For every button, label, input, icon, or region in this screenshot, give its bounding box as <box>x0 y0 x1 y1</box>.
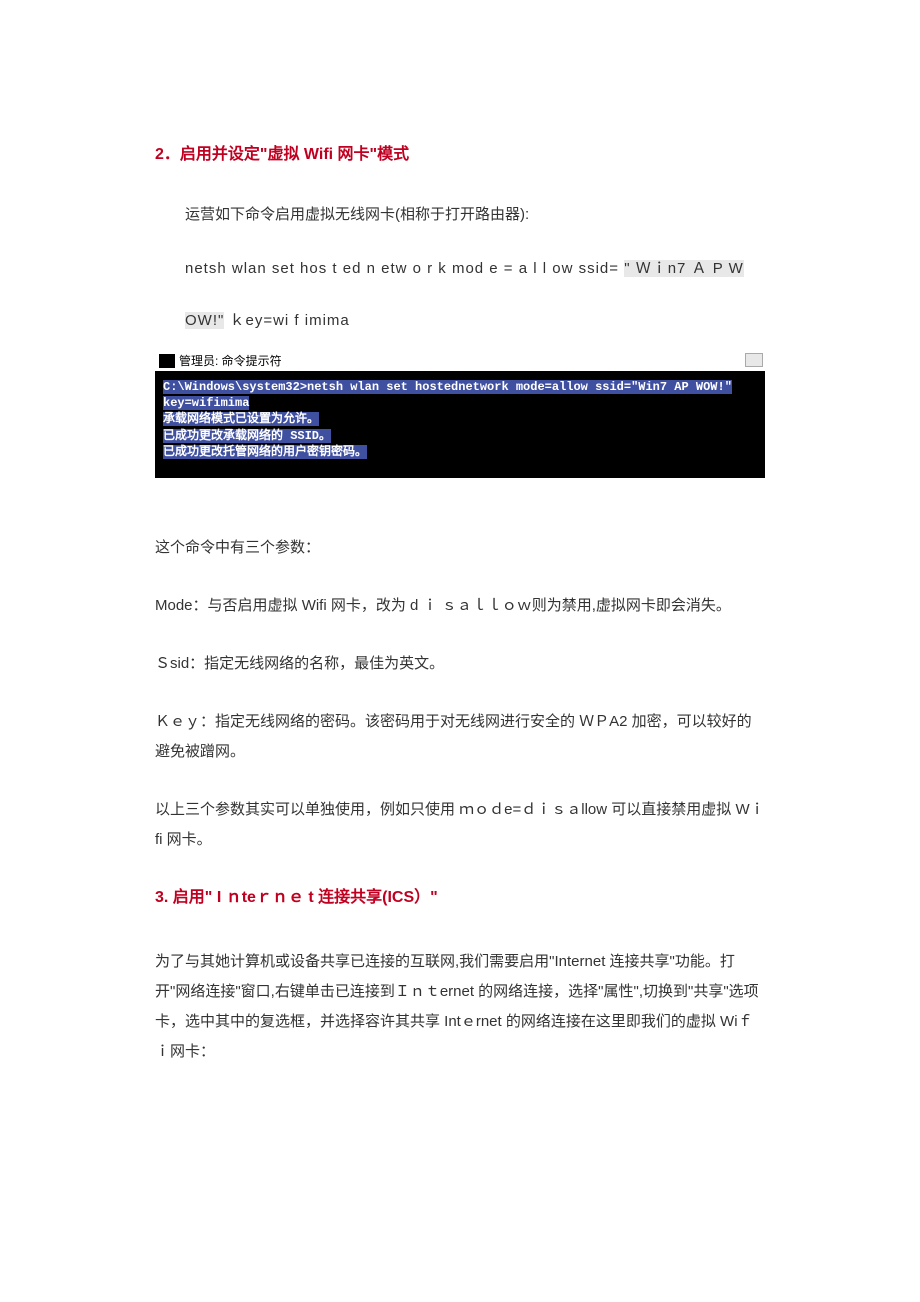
terminal-output-1: 承载网络模式已设置为允许。 <box>163 412 319 426</box>
cmd-ssid-2: OW!" <box>185 312 224 329</box>
terminal-window: 管理员: 命令提示符 C:\Windows\system32>netsh wla… <box>155 351 765 478</box>
params-note: 以上三个参数其实可以单独使用，例如只使用 ｍｏｄe=ｄｉｓａllow 可以直接禁… <box>155 795 765 855</box>
terminal-output-2: 已成功更改承载网络的 SSID。 <box>163 429 331 443</box>
terminal-title: 管理员: 命令提示符 <box>179 353 282 369</box>
param-key: Ｋｅｙ：指定无线网络的密码。该密码用于对无线网进行安全的 ＷＰA2 加密，可以较… <box>155 707 765 767</box>
cmd-ssid-1: " Ｗｉn7 Ａ P W <box>624 260 744 277</box>
command-text-line1: netsh wlan set hos t ed n etw o r k mod … <box>155 257 765 281</box>
terminal-output-3: 已成功更改托管网络的用户密钥密码。 <box>163 445 367 459</box>
params-intro: 这个命令中有三个参数： <box>155 533 765 563</box>
cmd-prefix: netsh wlan set hos t ed n etw o r k mod … <box>185 260 624 277</box>
terminal-titlebar: 管理员: 命令提示符 <box>155 351 765 371</box>
terminal-sysmenu-icon <box>745 353 763 367</box>
heading-step-3: 3. 启用" I ｎteｒｎｅ t 连接共享(ICS）" <box>155 883 765 907</box>
terminal-command-line: C:\Windows\system32>netsh wlan set hoste… <box>163 380 732 410</box>
cmd-key: ｋey=wi f imima <box>224 312 349 329</box>
paragraph-ics: 为了与其她计算机或设备共享已连接的互联网,我们需要启用"Internet 连接共… <box>155 947 765 1067</box>
param-ssid: Ｓsid：指定无线网络的名称，最佳为英文。 <box>155 649 765 679</box>
param-mode: Mode：与否启用虚拟 Wifi 网卡，改为 d ｉ ｓａｌｌｏｗ则为禁用,虚拟… <box>155 591 765 621</box>
paragraph-intro-2: 运营如下命令启用虚拟无线网卡(相称于打开路由器): <box>155 204 765 225</box>
command-text-line2: OW!" ｋey=wi f imima <box>155 309 765 333</box>
terminal-body: C:\Windows\system32>netsh wlan set hoste… <box>155 371 765 460</box>
cmd-icon <box>159 354 175 368</box>
heading-step-2: 2．启用并设定"虚拟 Wifi 网卡"模式 <box>155 140 765 164</box>
